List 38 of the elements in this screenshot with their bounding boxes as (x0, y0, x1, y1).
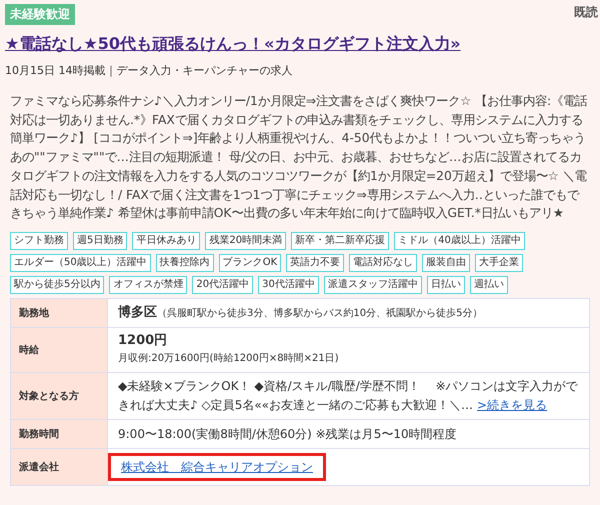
tag: オフィスが禁煙 (109, 276, 188, 294)
wage-value: 1200円 (118, 332, 168, 350)
job-title-link[interactable]: ★電話なし★50代も頑張るけんっ！«カタログギフト注文入力» (5, 34, 590, 55)
read-status: 既読 (574, 4, 598, 21)
tag: ミドル（40歳以上）活躍中 (394, 232, 525, 250)
job-description: ファミマなら応募条件ナシ♪＼入力オンリー/1か月限定⇒注文書をさばく爽快ワーク☆ 【お仕事内容:《電話対応は一切ありません.*》FAXで届くカタログギフトの申込み書類をチェックし、専用システムに入力する簡単ワーク♪】 [ココがポイント⇒]年齢より人柄重視やけん、4-50代もよかよ！！ついつい立ち寄っちゃうあの""ファミマ""で…注目の短期派遣！ 母/父の日、お中元、お歳暮、おせちなど…お店に設置されてるカタログギフトの注文情報を入力をする人気のコツコツワークが【約1か月限定=20万超え】で登場〜☆ ＼電話対応も一切なし！/ FAXで届く注文書を1つ1つ丁寧にチェック⇒専用システムへ入力‥といった誰でもできちゃう単純作業♪ 希望休は事前申請OK〜出費の多い年末年始に向けて臨時収入GET.*日払いもアリ★ (10, 93, 588, 222)
access-info: （呉服町駅から徒歩3分、博多駅からバス約10分、祇園駅から徒歩5分） (157, 308, 482, 319)
tag: 電話対応なし (349, 254, 418, 272)
row-label: 対象となる方 (10, 372, 108, 420)
tag: 服装自由 (422, 254, 470, 272)
row-label: 時給 (10, 327, 108, 372)
tag: シフト勤務 (10, 232, 68, 250)
tag: 英語力不要 (286, 254, 344, 272)
tag: 平日休みあり (132, 232, 200, 250)
row-label: 勤務時間 (10, 419, 108, 448)
tag: 新卒・第二新卒応援 (291, 232, 390, 250)
tag: 週払い (470, 276, 508, 294)
row-label: 勤務地 (10, 298, 108, 328)
tag: 週5日勤務 (73, 232, 128, 250)
badge: 未経験歓迎 (5, 4, 75, 25)
tag: 20代活躍中 (192, 276, 254, 294)
tag: 日払い (426, 276, 465, 294)
tag: 駅から徒歩5分以内 (10, 276, 104, 294)
row-label: 派遣会社 (10, 448, 108, 486)
tag: 30代活躍中 (258, 276, 319, 294)
wage-example: 月収例:20万1600円(時給1200円×8時間×21日) (118, 352, 340, 366)
company-link[interactable]: 株式会社 綜合キャリアオプション (108, 452, 326, 481)
cell-text: 9:00〜18:00(実働8時間/休憩60分) ※残業は月5〜10時間程度 (118, 426, 457, 441)
post-meta: 10月15日 14時掲載｜データ入力・キーパンチャーの求人 (5, 63, 294, 78)
tag: 大手企業 (475, 254, 524, 272)
tag: 派遣スタッフ活躍中 (324, 276, 422, 294)
tag: ブランクOK (218, 254, 282, 272)
target-text: ◆未経験×ブランクOK！ ◆資格/スキル/職歴/学歴不問！ ※パソコンは文字入力ができれば大丈夫♪ ◇定員5名««お友達と一緒のご応募も大歓迎！＼… >続きを見る (118, 378, 579, 414)
location-value: 博多区 (118, 304, 157, 320)
tag: 残業20時間未満 (205, 232, 286, 250)
read-more-link[interactable]: >続きを見る (477, 398, 548, 412)
tag: 扶養控除内 (156, 254, 214, 272)
tag: エルダー（50歳以上）活躍中 (10, 254, 151, 272)
